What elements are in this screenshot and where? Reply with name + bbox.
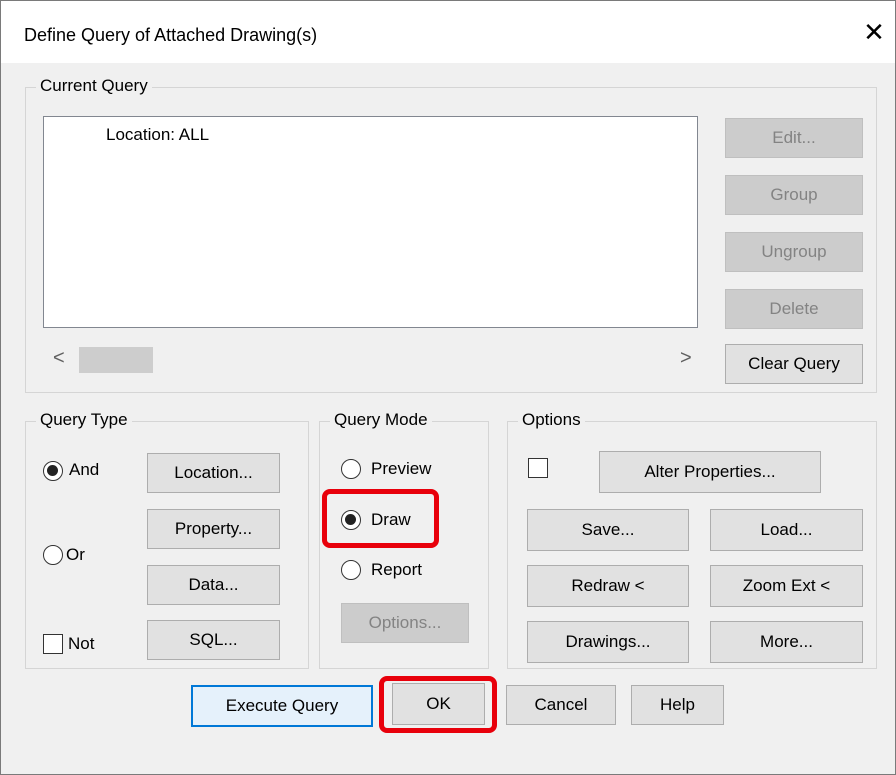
horizontal-scrollbar[interactable]: < > (43, 343, 698, 377)
draw-highlight (322, 489, 439, 548)
cancel-button[interactable]: Cancel (506, 685, 616, 725)
alter-properties-button[interactable]: Alter Properties... (599, 451, 821, 493)
or-radio[interactable] (43, 545, 63, 565)
close-icon[interactable]: ✕ (859, 17, 889, 47)
ungroup-button[interactable]: Ungroup (725, 232, 863, 272)
preview-label: Preview (371, 459, 432, 478)
query-mode-legend: Query Mode (330, 410, 432, 430)
title-bar: Define Query of Attached Drawing(s) ✕ (1, 1, 895, 63)
scroll-thumb[interactable] (79, 347, 153, 373)
scroll-left-icon[interactable]: < (53, 347, 65, 370)
scroll-right-icon[interactable]: > (680, 347, 692, 370)
more-button[interactable]: More... (710, 621, 863, 663)
report-label: Report (371, 560, 423, 579)
not-label: Not (68, 634, 95, 653)
current-query-legend: Current Query (36, 76, 152, 96)
query-type-legend: Query Type (36, 410, 132, 430)
group-button[interactable]: Group (725, 175, 863, 215)
and-radio[interactable] (43, 461, 63, 481)
help-button[interactable]: Help (631, 685, 724, 725)
property-button[interactable]: Property... (147, 509, 280, 549)
dialog-title: Define Query of Attached Drawing(s) (24, 25, 318, 45)
edit-button[interactable]: Edit... (725, 118, 863, 158)
or-label: Or (66, 545, 85, 564)
redraw-button[interactable]: Redraw < (527, 565, 689, 607)
sql-button[interactable]: SQL... (147, 620, 280, 660)
load-button[interactable]: Load... (710, 509, 863, 551)
report-radio[interactable] (341, 560, 361, 580)
clear-query-button[interactable]: Clear Query (725, 344, 863, 384)
drawings-button[interactable]: Drawings... (527, 621, 689, 663)
mode-options-button[interactable]: Options... (341, 603, 469, 643)
query-dialog: Define Query of Attached Drawing(s) ✕ Cu… (0, 0, 896, 775)
execute-query-button[interactable]: Execute Query (191, 685, 373, 727)
save-button[interactable]: Save... (527, 509, 689, 551)
preview-radio[interactable] (341, 459, 361, 479)
options-checkbox[interactable] (528, 458, 548, 478)
location-button[interactable]: Location... (147, 453, 280, 493)
options-legend: Options (518, 410, 585, 430)
query-listbox[interactable]: Location: ALL (43, 116, 698, 328)
delete-button[interactable]: Delete (725, 289, 863, 329)
not-checkbox[interactable] (43, 634, 63, 654)
list-item[interactable]: Location: ALL (106, 125, 209, 145)
ok-highlight (379, 676, 497, 733)
data-button[interactable]: Data... (147, 565, 280, 605)
zoom-ext-button[interactable]: Zoom Ext < (710, 565, 863, 607)
and-label: And (69, 460, 100, 479)
